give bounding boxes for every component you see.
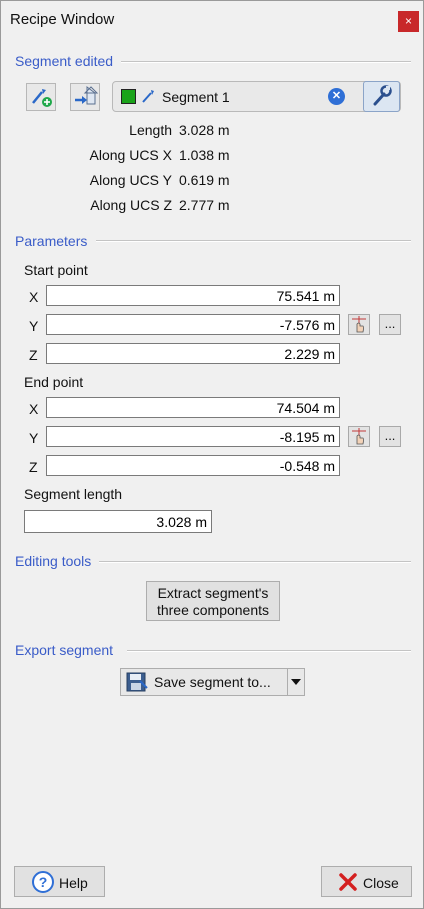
extract-components-button[interactable]: Extract segment's three components (146, 581, 280, 621)
section-title-export-segment: Export segment (15, 642, 114, 658)
start-x-field[interactable] (46, 285, 340, 306)
section-divider (99, 561, 411, 563)
wrench-icon (373, 85, 392, 106)
segment-icon (142, 90, 154, 103)
floppy-disk-icon (126, 672, 148, 692)
remove-segment-icon[interactable]: ✕ (328, 88, 345, 105)
section-divider (121, 61, 411, 63)
info-value-length: 3.028 m (179, 122, 230, 138)
recipe-window: Recipe Window × Segment edited Segment 1… (0, 0, 424, 909)
start-z-label: Z (29, 347, 38, 363)
segment-name: Segment 1 (162, 89, 230, 105)
end-point-label: End point (24, 374, 84, 390)
info-label-ucs-x: Along UCS X (89, 147, 172, 163)
add-segment-button[interactable] (26, 83, 56, 111)
start-x-label: X (29, 289, 39, 305)
start-z-field[interactable] (46, 343, 340, 364)
window-title: Recipe Window (10, 11, 115, 28)
pick-end-point-button[interactable] (348, 426, 370, 447)
save-segment-button[interactable]: Save segment to... (120, 668, 305, 696)
extract-button-line1: Extract segment's (157, 585, 269, 601)
info-label-ucs-z: Along UCS Z (90, 197, 172, 213)
import-segment-icon (75, 86, 99, 105)
end-y-label: Y (29, 430, 39, 446)
pick-point-icon (352, 316, 366, 333)
end-z-field[interactable] (46, 455, 340, 476)
info-value-ucs-y: 0.619 m (179, 172, 230, 188)
close-button[interactable]: Close (321, 866, 412, 897)
section-divider (96, 240, 411, 242)
info-label-ucs-y: Along UCS Y (89, 172, 172, 188)
help-label: Help (59, 875, 88, 891)
start-point-label: Start point (24, 262, 88, 278)
segment-color-swatch (121, 89, 136, 104)
import-segment-button[interactable] (70, 83, 100, 111)
extract-button-line2: three components (156, 602, 270, 618)
help-button[interactable]: ? Help (14, 866, 105, 897)
section-title-segment-edited: Segment edited (15, 53, 114, 69)
info-value-ucs-z: 2.777 m (179, 197, 230, 213)
section-divider (127, 650, 411, 652)
segment-length-field[interactable] (24, 510, 212, 533)
edit-segment-button[interactable] (363, 81, 400, 112)
help-icon: ? (32, 871, 54, 893)
start-y-field[interactable] (46, 314, 340, 335)
info-label-length: Length (129, 122, 172, 138)
end-y-field[interactable] (46, 426, 340, 447)
title-bar: Recipe Window × (1, 1, 423, 39)
pick-point-icon (352, 428, 366, 445)
end-z-label: Z (29, 459, 38, 475)
chevron-down-icon (291, 679, 301, 685)
end-x-label: X (29, 401, 39, 417)
close-label: Close (363, 875, 399, 891)
svg-text:?: ? (39, 874, 48, 890)
close-icon (339, 873, 357, 891)
info-value-ucs-x: 1.038 m (179, 147, 230, 163)
end-x-field[interactable] (46, 397, 340, 418)
end-point-more-button[interactable]: ... (379, 426, 401, 447)
section-title-editing-tools: Editing tools (15, 553, 92, 569)
save-segment-label: Save segment to... (154, 674, 271, 690)
section-title-parameters: Parameters (15, 233, 88, 249)
save-segment-dropdown[interactable] (287, 669, 305, 695)
add-segment-icon (32, 89, 52, 107)
start-point-more-button[interactable]: ... (379, 314, 401, 335)
pick-start-point-button[interactable] (348, 314, 370, 335)
window-close-button[interactable]: × (398, 11, 419, 32)
start-y-label: Y (29, 318, 39, 334)
segment-selector[interactable]: Segment 1 ✕ (112, 81, 401, 112)
segment-length-label: Segment length (24, 486, 123, 502)
